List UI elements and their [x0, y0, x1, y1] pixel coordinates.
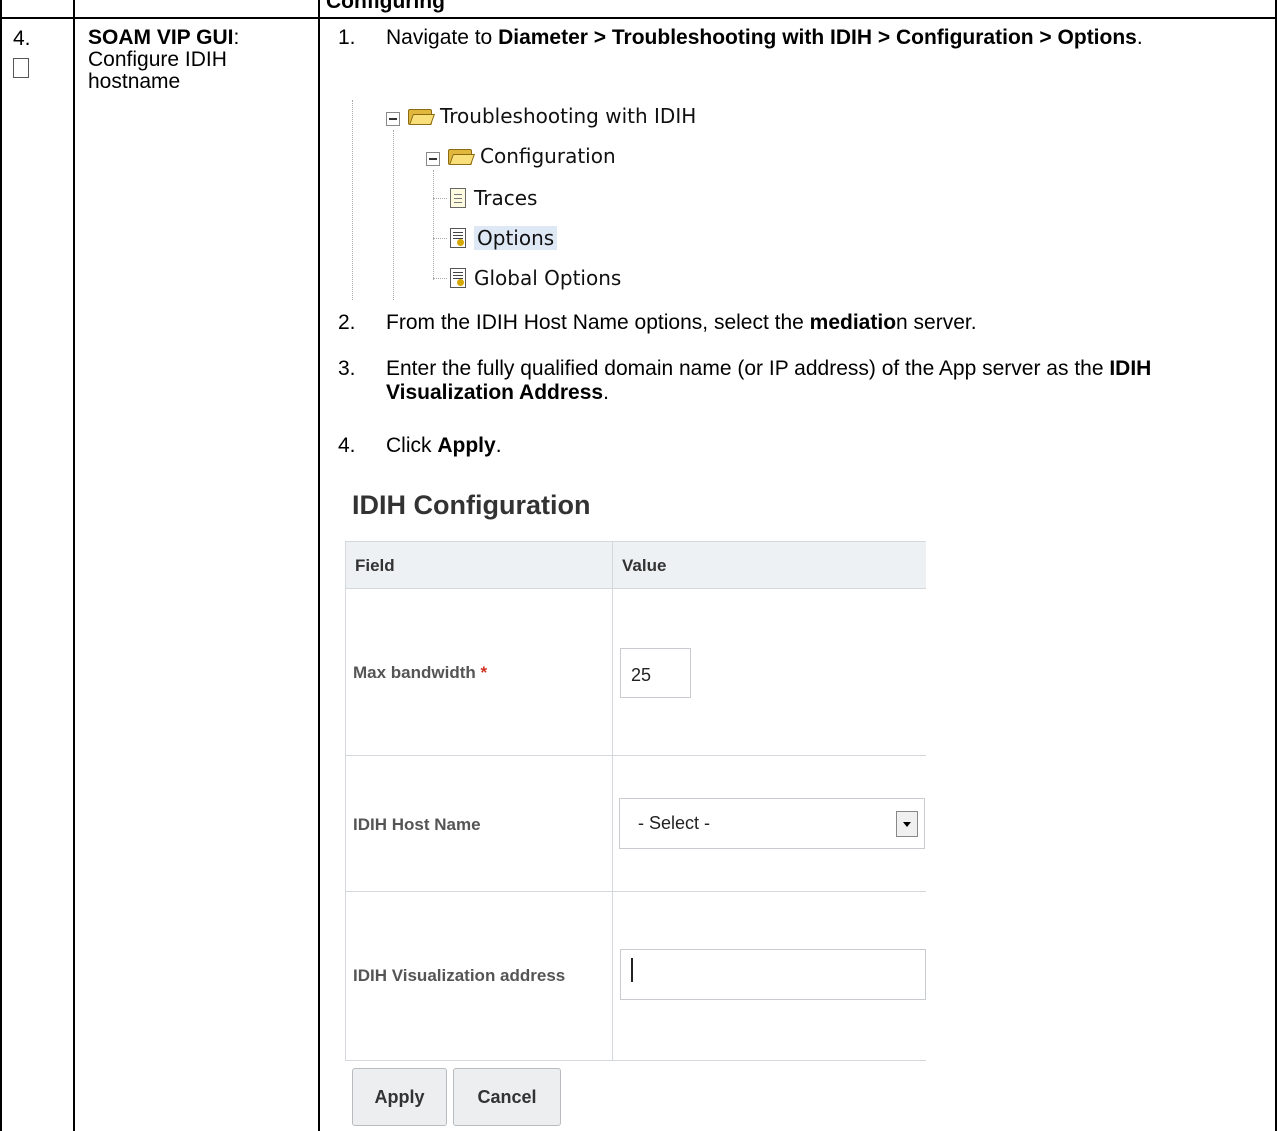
table-top-border [0, 17, 1277, 19]
table-left-border [0, 0, 2, 1131]
field-column-header: Field [355, 556, 395, 575]
step-description: Configure IDIH hostname [88, 48, 227, 93]
tree-leaf-options[interactable]: Options [450, 226, 558, 250]
grid-header: Field Value [345, 541, 926, 589]
idih-config-title: IDIH Configuration [352, 490, 591, 520]
cancel-button[interactable]: Cancel [453, 1068, 561, 1126]
cut-heading: Configuring [326, 0, 445, 13]
settings-page-icon [450, 228, 466, 248]
tree-leaf-traces[interactable]: Traces [450, 186, 537, 210]
collapse-icon[interactable] [386, 112, 400, 126]
settings-page-icon [450, 268, 466, 288]
step-title: SOAM VIP GUI [88, 26, 234, 49]
procedure-table: Configuring 4. SOAM VIP GUI: Configure I… [0, 0, 1277, 1131]
tree-node-configuration[interactable]: Configuration [448, 144, 616, 168]
idih-host-name-label: IDIH Host Name [353, 815, 481, 834]
collapse-icon[interactable] [426, 152, 440, 166]
column-divider [73, 0, 75, 1131]
max-bandwidth-input[interactable]: 25 [620, 648, 691, 698]
step-checkbox[interactable] [13, 58, 29, 78]
folder-open-icon [408, 108, 436, 125]
document-icon [450, 188, 466, 208]
idih-config-grid: Field Value Max bandwidth * 25 IDIH Host… [345, 541, 926, 1061]
apply-button[interactable]: Apply [352, 1068, 447, 1126]
required-marker: * [480, 663, 488, 682]
tree-node-troubleshooting[interactable]: Troubleshooting with IDIH [408, 104, 696, 128]
max-bandwidth-label: Max bandwidth * [353, 663, 488, 682]
idih-visualization-label: IDIH Visualization address [353, 966, 566, 985]
column-divider [318, 0, 320, 1131]
tree-leaf-global-options[interactable]: Global Options [450, 266, 621, 290]
value-column-header: Value [622, 556, 667, 575]
chevron-down-icon[interactable] [896, 811, 918, 837]
step-header: SOAM VIP GUI: Configure IDIH hostname [88, 26, 240, 93]
folder-open-icon [448, 148, 476, 165]
step-number: 4. [13, 27, 31, 50]
idih-host-name-select[interactable]: - Select - [619, 798, 925, 849]
text-cursor [631, 958, 633, 982]
navigation-tree: Troubleshooting with IDIH Configuration … [352, 100, 772, 300]
idih-visualization-input[interactable] [620, 949, 926, 1000]
